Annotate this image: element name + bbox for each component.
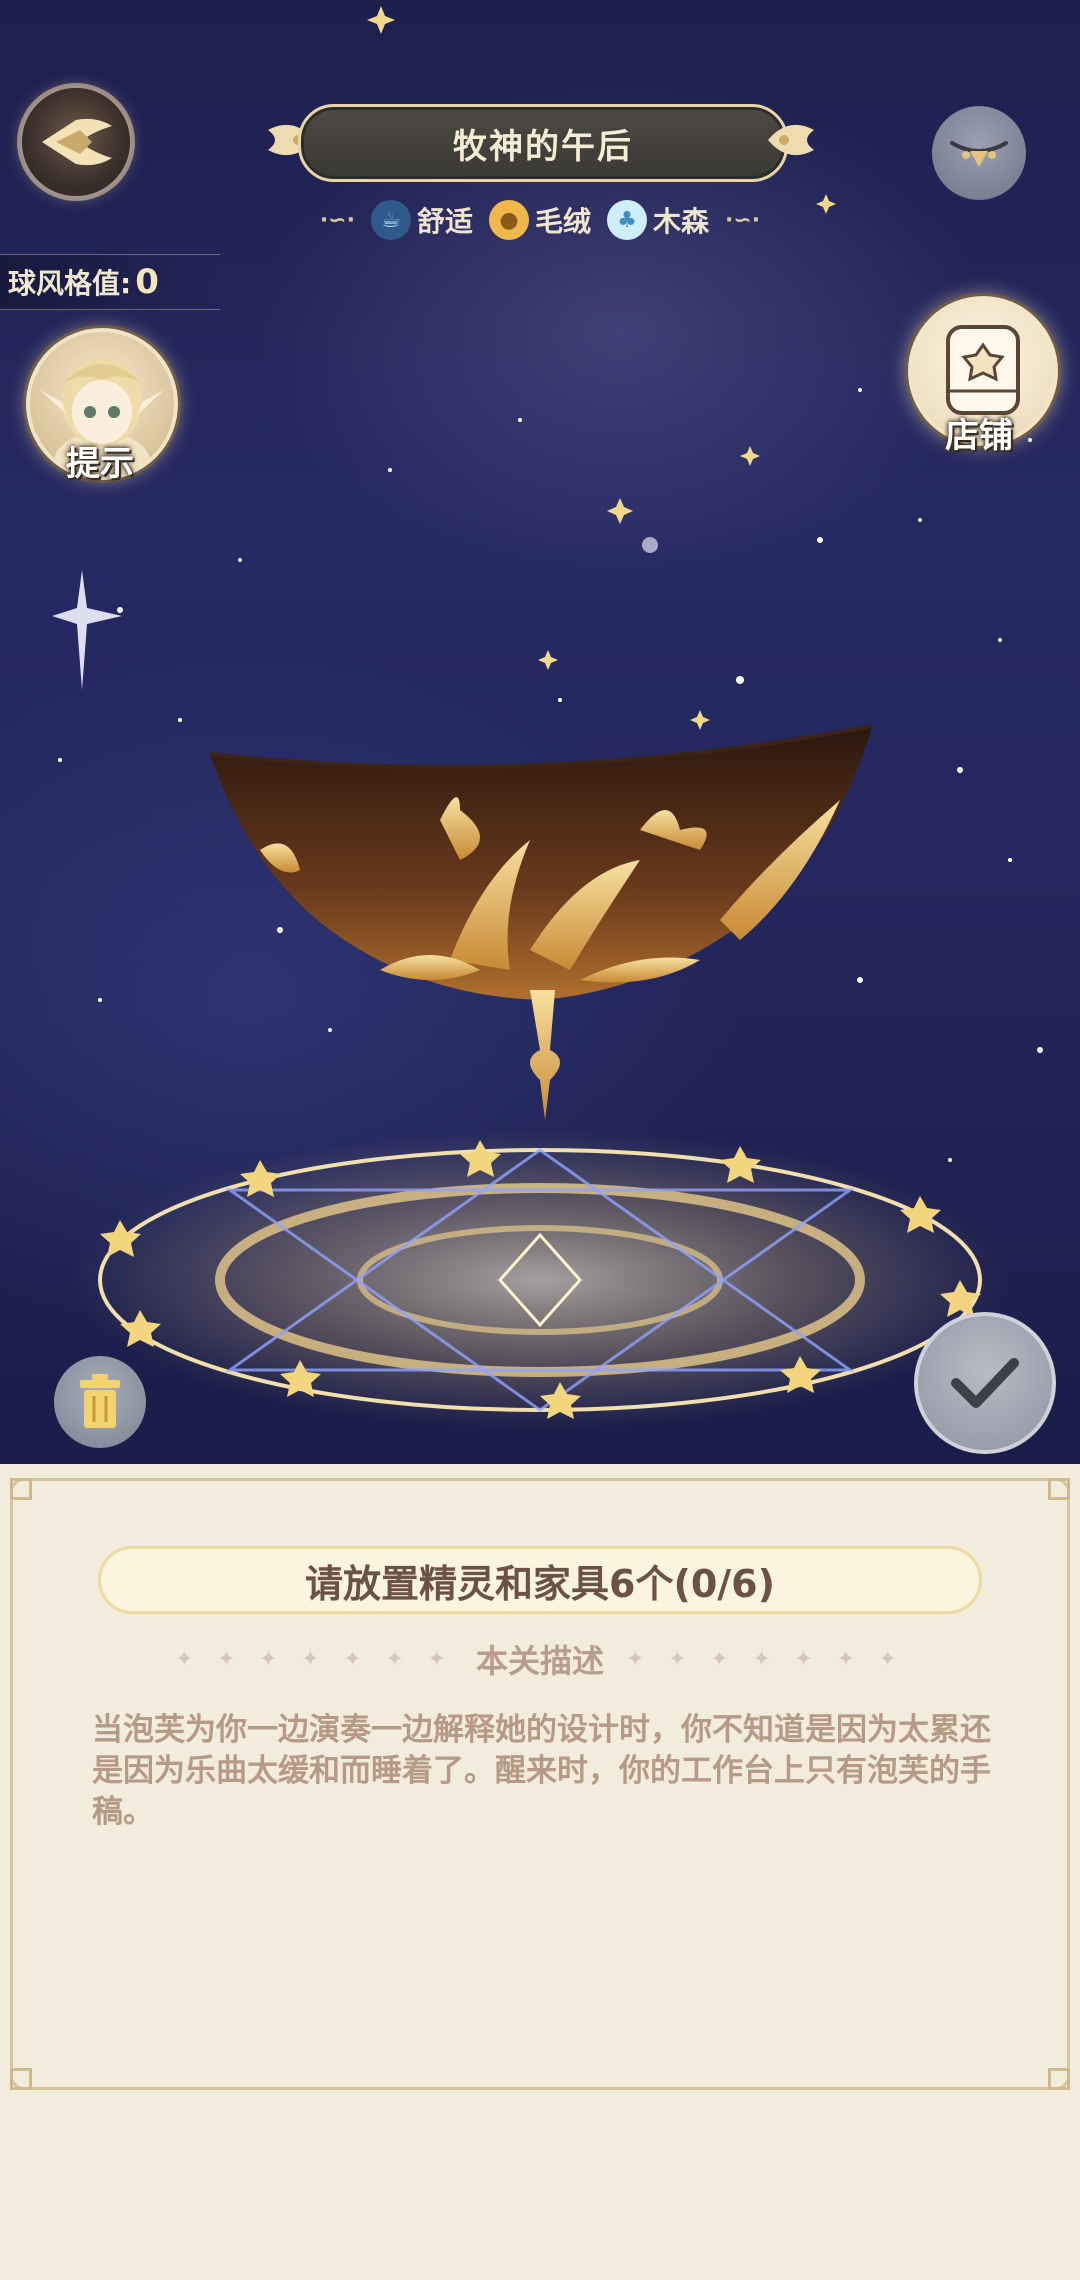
theme-tags: ·∽· ☕ 舒适 ● 毛绒 ♣ 木森 ·∽· <box>290 196 790 244</box>
tree-icon: ♣ <box>607 200 647 240</box>
level-title-banner: 牧神的午后 <box>258 100 824 182</box>
tag-forest: ♣ 木森 <box>607 200 709 240</box>
frame-corner-br <box>1048 2068 1070 2090</box>
page-title: 牧神的午后 <box>298 104 788 182</box>
checkmark-icon <box>951 1358 1019 1408</box>
paw-icon: ● <box>488 200 529 240</box>
tag-plush: ● 毛绒 <box>488 200 591 240</box>
delete-button[interactable] <box>54 1356 146 1448</box>
tag-comfort: ☕ 舒适 <box>370 200 473 240</box>
confirm-button[interactable] <box>914 1312 1056 1454</box>
sparkle-divider-left: ✦ ✦ ✦ ✦ ✦ ✦ ✦ <box>174 1646 454 1672</box>
teacup-icon: ☕ <box>370 200 411 240</box>
hide-ui-button[interactable] <box>932 106 1026 200</box>
style-score-label: 球风格值: <box>8 267 132 300</box>
magic-circle-platform[interactable] <box>60 1120 1020 1440</box>
level-info-panel: 请放置精灵和家具6个(0/6) ✦ ✦ ✦ ✦ ✦ ✦ ✦ 本关描述 ✦ ✦ ✦… <box>0 1464 1080 2280</box>
floating-bowl-model[interactable] <box>200 720 880 1130</box>
frame-corner-tr <box>1048 1478 1070 1500</box>
task-objective: 请放置精灵和家具6个(0/6) <box>98 1546 982 1614</box>
title-ornament-right <box>768 124 814 156</box>
sparkle-divider-right: ✦ ✦ ✦ ✦ ✦ ✦ ✦ <box>626 1646 905 1672</box>
hint-label: 提示 <box>66 444 134 484</box>
trash-icon <box>80 1374 120 1428</box>
tag-divider-left: ·∽· <box>319 207 355 233</box>
wing-back-icon <box>42 118 112 166</box>
back-button[interactable] <box>22 88 130 196</box>
tag-comfort-label: 舒适 <box>416 205 473 238</box>
frame-corner-bl <box>10 2068 32 2090</box>
style-score: 球风格值: 0 <box>0 254 220 310</box>
description-text: 当泡芙为你一边演奏一边解释她的设计时，你不知道是因为太累还是因为乐曲太缓和而睡着… <box>92 1712 991 1830</box>
frame-corner-tl <box>10 1478 32 1500</box>
tag-forest-label: 木森 <box>653 205 710 238</box>
description-heading: 本关描述 <box>475 1642 604 1680</box>
tag-plush-label: 毛绒 <box>534 205 591 238</box>
shop-cabinet-icon <box>946 325 1020 415</box>
shop-label: 店铺 <box>945 416 1013 456</box>
tag-divider-right: ·∽· <box>725 207 761 233</box>
closed-eye-icon <box>950 141 1008 167</box>
style-score-value: 0 <box>135 262 159 302</box>
description-heading-row: ✦ ✦ ✦ ✦ ✦ ✦ ✦ 本关描述 ✦ ✦ ✦ ✦ ✦ ✦ ✦ <box>0 1634 1080 1684</box>
